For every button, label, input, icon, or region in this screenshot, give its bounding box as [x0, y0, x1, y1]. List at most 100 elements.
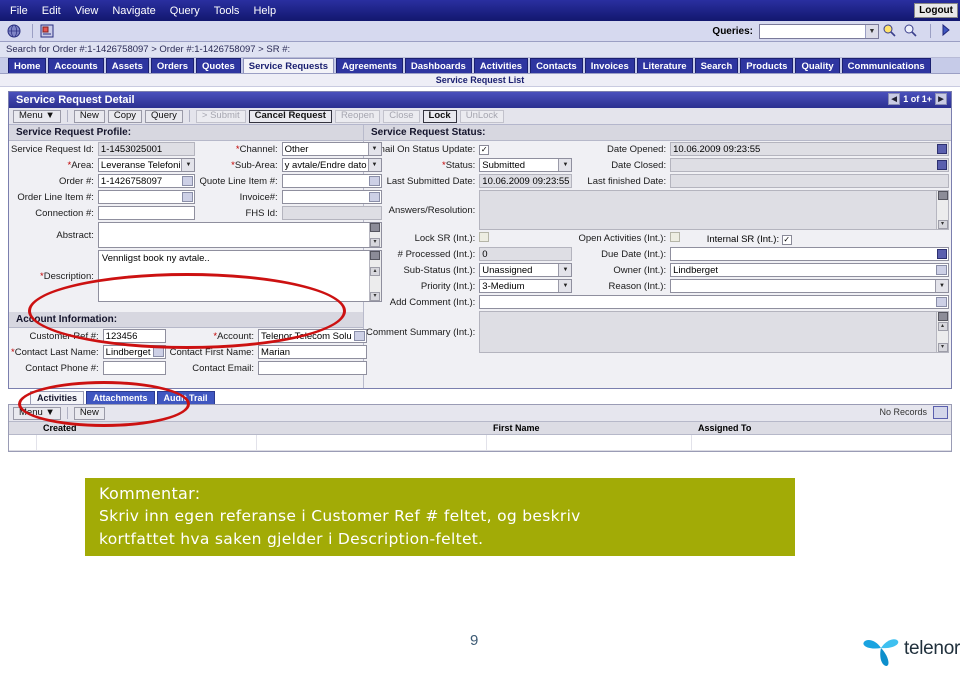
field-channel[interactable]: Other ▼: [281, 142, 382, 156]
tab-communications[interactable]: Communications: [841, 58, 931, 73]
field-answers-resolution[interactable]: ▾: [479, 190, 949, 230]
field-add-comment[interactable]: [479, 295, 949, 309]
next-icon[interactable]: [940, 23, 952, 39]
picker-icon[interactable]: [936, 265, 947, 275]
child-new-button[interactable]: New: [73, 406, 105, 420]
tab-products[interactable]: Products: [740, 58, 794, 73]
tab-service-requests[interactable]: Service Requests: [242, 58, 334, 73]
chevron-down-icon[interactable]: ▼: [367, 159, 381, 171]
tab-invoices[interactable]: Invoices: [584, 58, 635, 73]
field-customer-ref[interactable]: 123456: [102, 329, 166, 343]
picker-icon[interactable]: [936, 297, 947, 307]
field-date-closed[interactable]: [670, 158, 949, 172]
comment-summary-scrollbar[interactable]: ▴ ▾: [936, 312, 948, 352]
chevron-down-icon[interactable]: ▼: [181, 159, 195, 171]
tab-quality[interactable]: Quality: [795, 58, 840, 73]
new-button[interactable]: New: [73, 109, 105, 123]
field-date-opened[interactable]: 10.06.2009 09:23:55: [670, 142, 949, 156]
tab-search[interactable]: Search: [694, 58, 739, 73]
field-comment-summary[interactable]: ▴ ▾: [479, 311, 949, 353]
field-account[interactable]: Telenor Telecom Solu: [258, 329, 367, 343]
popup-editor-icon[interactable]: [370, 251, 381, 260]
tab-activities[interactable]: Activities: [473, 58, 529, 73]
checkbox-email-on-status-update[interactable]: ✓: [479, 144, 490, 155]
queries-input[interactable]: ▼: [759, 23, 879, 39]
field-contact-last-name[interactable]: Lindberget: [102, 345, 166, 359]
chevron-down-icon[interactable]: ▼: [367, 143, 381, 155]
tab-activities-child[interactable]: Activities: [30, 391, 85, 404]
lock-button[interactable]: Lock: [422, 109, 457, 123]
tab-agreements[interactable]: Agreements: [335, 58, 403, 73]
picker-icon[interactable]: [368, 192, 380, 202]
tab-attachments[interactable]: Attachments: [86, 391, 155, 404]
child-menu-button[interactable]: Menu ▼: [13, 406, 61, 420]
tab-quotes[interactable]: Quotes: [196, 58, 241, 73]
logout-button[interactable]: Logout: [914, 3, 958, 18]
field-order-line-item[interactable]: [97, 190, 196, 204]
picker-icon[interactable]: [152, 347, 164, 357]
field-abstract[interactable]: ▾: [97, 222, 382, 248]
tab-assets[interactable]: Assets: [105, 58, 149, 73]
field-status[interactable]: Submitted ▼: [479, 158, 573, 172]
run-query-icon[interactable]: [882, 23, 896, 39]
tab-accounts[interactable]: Accounts: [48, 58, 104, 73]
field-area[interactable]: Leveranse Telefoni ▼: [97, 158, 196, 172]
field-connection[interactable]: [97, 206, 196, 220]
menu-item-query[interactable]: Query: [170, 5, 200, 17]
chevron-down-icon[interactable]: ▼: [935, 280, 948, 292]
scroll-down-icon[interactable]: ▾: [370, 292, 381, 301]
globe-icon[interactable]: [6, 23, 22, 39]
picker-icon[interactable]: [368, 176, 380, 186]
scroll-down-icon[interactable]: ▾: [937, 343, 948, 352]
answers-scrollbar[interactable]: ▾: [936, 191, 948, 229]
scroll-up-icon[interactable]: ▴: [937, 321, 948, 331]
scroll-up-icon[interactable]: ▴: [370, 267, 381, 276]
calendar-icon[interactable]: [937, 249, 947, 259]
chevron-down-icon[interactable]: ▼: [558, 264, 572, 276]
table-row[interactable]: [9, 435, 951, 451]
next-record-icon[interactable]: ▶: [935, 93, 947, 105]
picker-icon[interactable]: [182, 192, 194, 202]
picker-icon[interactable]: [353, 331, 365, 341]
popup-editor-icon[interactable]: [937, 312, 948, 321]
link-service-request-list[interactable]: Service Request List: [436, 75, 525, 85]
description-scrollbar[interactable]: ▴ ▾: [368, 251, 381, 301]
field-sub-status[interactable]: Unassigned ▼: [479, 263, 573, 277]
breadcrumb-text[interactable]: Search for Order #:1-1426758097 > Order …: [6, 44, 290, 55]
column-created[interactable]: Created: [37, 423, 257, 433]
menu-item-tools[interactable]: Tools: [214, 5, 240, 17]
show-more-icon[interactable]: [933, 406, 948, 419]
field-description[interactable]: Vennligst book ny avtale.. ▴ ▾: [97, 250, 382, 302]
menu-item-file[interactable]: File: [10, 5, 28, 17]
abstract-scrollbar[interactable]: ▾: [368, 223, 381, 247]
menu-item-edit[interactable]: Edit: [42, 5, 61, 17]
site-map-icon[interactable]: [39, 23, 55, 39]
scroll-down-icon[interactable]: ▾: [370, 238, 381, 247]
chevron-down-icon[interactable]: ▼: [865, 24, 878, 38]
field-contact-email[interactable]: [258, 361, 367, 375]
column-first-name[interactable]: First Name: [487, 423, 692, 433]
tab-dashboards[interactable]: Dashboards: [404, 58, 472, 73]
picker-icon[interactable]: [182, 176, 194, 186]
cancel-request-button[interactable]: Cancel Request: [248, 109, 332, 123]
field-order[interactable]: 1-1426758097: [97, 174, 196, 188]
field-reason[interactable]: ▼: [670, 279, 949, 293]
query-button[interactable]: Query: [145, 109, 183, 123]
checkbox-internal-sr[interactable]: ✓: [781, 235, 792, 245]
tab-orders[interactable]: Orders: [150, 58, 195, 73]
tab-contacts[interactable]: Contacts: [530, 58, 583, 73]
field-quote-line-item[interactable]: [281, 174, 382, 188]
tab-audit-trail[interactable]: Audit Trail: [156, 391, 215, 404]
chevron-down-icon[interactable]: ▼: [558, 280, 572, 292]
chevron-down-icon[interactable]: ▼: [558, 159, 572, 171]
scroll-down-icon[interactable]: ▾: [937, 220, 948, 229]
new-query-icon[interactable]: [903, 23, 917, 39]
field-contact-phone[interactable]: [102, 361, 166, 375]
tab-literature[interactable]: Literature: [636, 58, 693, 73]
calendar-icon[interactable]: [937, 144, 947, 154]
prev-record-icon[interactable]: ◀: [888, 93, 901, 105]
field-due-date[interactable]: [670, 247, 949, 261]
tab-home[interactable]: Home: [8, 58, 47, 73]
field-priority[interactable]: 3-Medium ▼: [479, 279, 573, 293]
menu-button[interactable]: Menu ▼: [13, 109, 61, 123]
